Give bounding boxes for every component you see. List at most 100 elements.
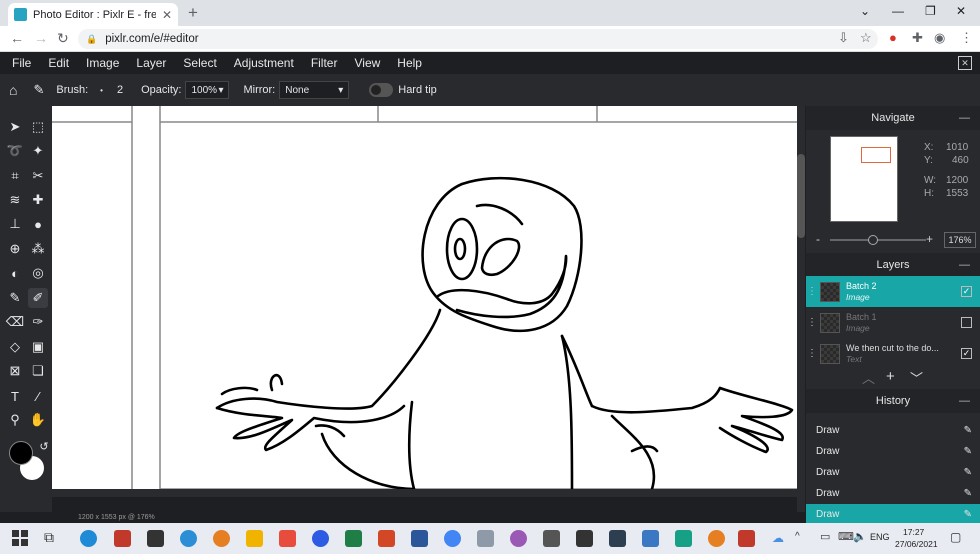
chrome-icon[interactable]: [444, 530, 461, 547]
sponge-tool-icon[interactable]: ⊕: [5, 239, 25, 259]
gradient-tool-icon[interactable]: ▣: [28, 337, 48, 357]
browser-menu-icon[interactable]: ⋮: [960, 30, 973, 46]
extension-icon[interactable]: ●: [889, 30, 897, 45]
layer-row[interactable]: ⋮ We then cut to the do... Text ✓: [806, 338, 980, 369]
menu-help[interactable]: Help: [397, 56, 422, 70]
dodge-tool-icon[interactable]: ◐: [5, 263, 25, 283]
onedrive-icon[interactable]: ☁: [772, 531, 784, 545]
profile-menu-icon[interactable]: ⌄: [860, 4, 870, 18]
app-icon[interactable]: [510, 530, 527, 547]
minimize-button[interactable]: —: [892, 4, 904, 18]
app-icon[interactable]: [114, 530, 131, 547]
new-tab-button[interactable]: +: [188, 3, 198, 23]
puzzle-extensions-icon[interactable]: ✚: [912, 30, 923, 46]
heal-tool-icon[interactable]: ✚: [28, 190, 48, 210]
lasso-tool-icon[interactable]: ➰: [5, 141, 25, 161]
history-item[interactable]: Draw ✎: [806, 504, 980, 525]
opacity-dropdown[interactable]: 100% ▾: [185, 81, 230, 99]
navigate-panel-header[interactable]: Navigate —: [806, 106, 980, 130]
vertical-scrollbar-thumb[interactable]: [797, 154, 805, 238]
audio-app-icon[interactable]: [543, 530, 560, 547]
excel-icon[interactable]: [345, 530, 362, 547]
hard-tip-toggle[interactable]: [369, 83, 394, 97]
marquee-tool-icon[interactable]: ⬚: [28, 117, 48, 137]
eyedropper-tool-icon[interactable]: ⁄: [28, 386, 48, 406]
text-tool-icon[interactable]: T: [5, 386, 25, 406]
shape-tool-icon[interactable]: ⊠: [5, 361, 25, 381]
pencil-tool-icon[interactable]: ✎: [5, 288, 25, 308]
start-button[interactable]: [12, 530, 28, 546]
mirror-dropdown[interactable]: None ▾: [279, 81, 350, 99]
menu-filter[interactable]: Filter: [311, 56, 338, 70]
menu-view[interactable]: View: [354, 56, 380, 70]
zoom-slider-handle[interactable]: [868, 235, 878, 245]
menu-file[interactable]: File: [12, 56, 31, 70]
crop-tool-icon[interactable]: ⌗: [5, 166, 25, 186]
layer-row[interactable]: ⋮ Batch 1 Image: [806, 307, 980, 338]
powerpoint-icon[interactable]: [378, 530, 395, 547]
app-icon[interactable]: [642, 530, 659, 547]
battery-icon[interactable]: ▭: [820, 530, 830, 543]
layer-visibility-checkbox[interactable]: ✓: [961, 286, 972, 297]
burn-tool-icon[interactable]: ◎: [28, 263, 48, 283]
blur-tool-icon[interactable]: ●: [28, 214, 48, 234]
file-explorer-icon[interactable]: [246, 530, 263, 547]
zoom-out-button[interactable]: -: [816, 232, 820, 246]
foreground-color-swatch[interactable]: [9, 441, 33, 465]
restore-button[interactable]: ❐: [925, 4, 936, 18]
zoom-in-button[interactable]: +: [926, 232, 933, 246]
history-item[interactable]: Draw ✎: [806, 441, 980, 462]
clock-time[interactable]: 17:27: [903, 527, 924, 537]
history-item[interactable]: Draw ✎: [806, 420, 980, 441]
brush-tool-icon[interactable]: ✐: [28, 288, 48, 308]
menu-select[interactable]: Select: [183, 56, 216, 70]
fill-tool-icon[interactable]: ◇: [5, 337, 25, 357]
close-editor-icon[interactable]: ✕: [958, 56, 972, 70]
edge-icon[interactable]: [80, 530, 97, 547]
account-avatar[interactable]: ◉: [934, 30, 945, 46]
forward-icon[interactable]: →: [34, 30, 48, 46]
navigator-thumbnail[interactable]: [830, 136, 898, 222]
swap-colors-icon[interactable]: ↺: [34, 436, 54, 456]
cutout-tool-icon[interactable]: ✂: [28, 166, 48, 186]
blender-icon[interactable]: [213, 530, 230, 547]
layer-visibility-checkbox[interactable]: ✓: [961, 348, 972, 359]
internet-explorer-icon[interactable]: [180, 530, 197, 547]
drawing-tool-icon[interactable]: ❏: [28, 361, 48, 381]
show-hidden-icons[interactable]: ^: [795, 531, 800, 542]
navigator-viewport-rect[interactable]: [861, 147, 891, 163]
media-player-icon[interactable]: [279, 530, 296, 547]
close-window-button[interactable]: ✕: [956, 4, 966, 18]
task-view-icon[interactable]: ⧉: [44, 529, 54, 546]
app-icon[interactable]: [609, 530, 626, 547]
app-icon[interactable]: [477, 530, 494, 547]
add-layer-icon[interactable]: +: [886, 368, 895, 385]
move-layer-up-icon[interactable]: ︿: [862, 368, 875, 387]
layers-panel-header[interactable]: Layers —: [806, 253, 980, 277]
color-replace-tool-icon[interactable]: ✑: [28, 312, 48, 332]
liquify-tool-icon[interactable]: ≋: [5, 190, 25, 210]
notifications-icon[interactable]: ▢: [950, 530, 961, 544]
app-icon[interactable]: [708, 530, 725, 547]
clone-stamp-tool-icon[interactable]: ⊥: [5, 214, 25, 234]
history-panel-header[interactable]: History —: [806, 389, 980, 413]
horizontal-scrollbar[interactable]: [52, 489, 798, 497]
minimize-panel-icon[interactable]: —: [959, 259, 970, 271]
zoom-input[interactable]: 176%: [944, 232, 976, 248]
history-item[interactable]: Draw ✎: [806, 462, 980, 483]
network-icon[interactable]: ⌨: [838, 530, 854, 543]
back-icon[interactable]: ←: [10, 30, 24, 46]
clock-date[interactable]: 27/06/2021: [895, 539, 938, 549]
drag-handle-icon[interactable]: ⋮: [806, 348, 818, 359]
drag-handle-icon[interactable]: ⋮: [806, 286, 818, 297]
language-indicator[interactable]: ENG: [870, 532, 890, 542]
minimize-panel-icon[interactable]: —: [959, 395, 970, 407]
arrange-tool-icon[interactable]: ➤: [5, 117, 25, 137]
home-icon[interactable]: ⌂: [9, 82, 17, 98]
app-icon[interactable]: [738, 530, 755, 547]
menu-layer[interactable]: Layer: [136, 56, 166, 70]
app-icon[interactable]: [576, 530, 593, 547]
eraser-tool-icon[interactable]: ⌫: [5, 312, 25, 332]
history-item[interactable]: Draw ✎: [806, 483, 980, 504]
close-tab-icon[interactable]: ✕: [162, 8, 172, 22]
